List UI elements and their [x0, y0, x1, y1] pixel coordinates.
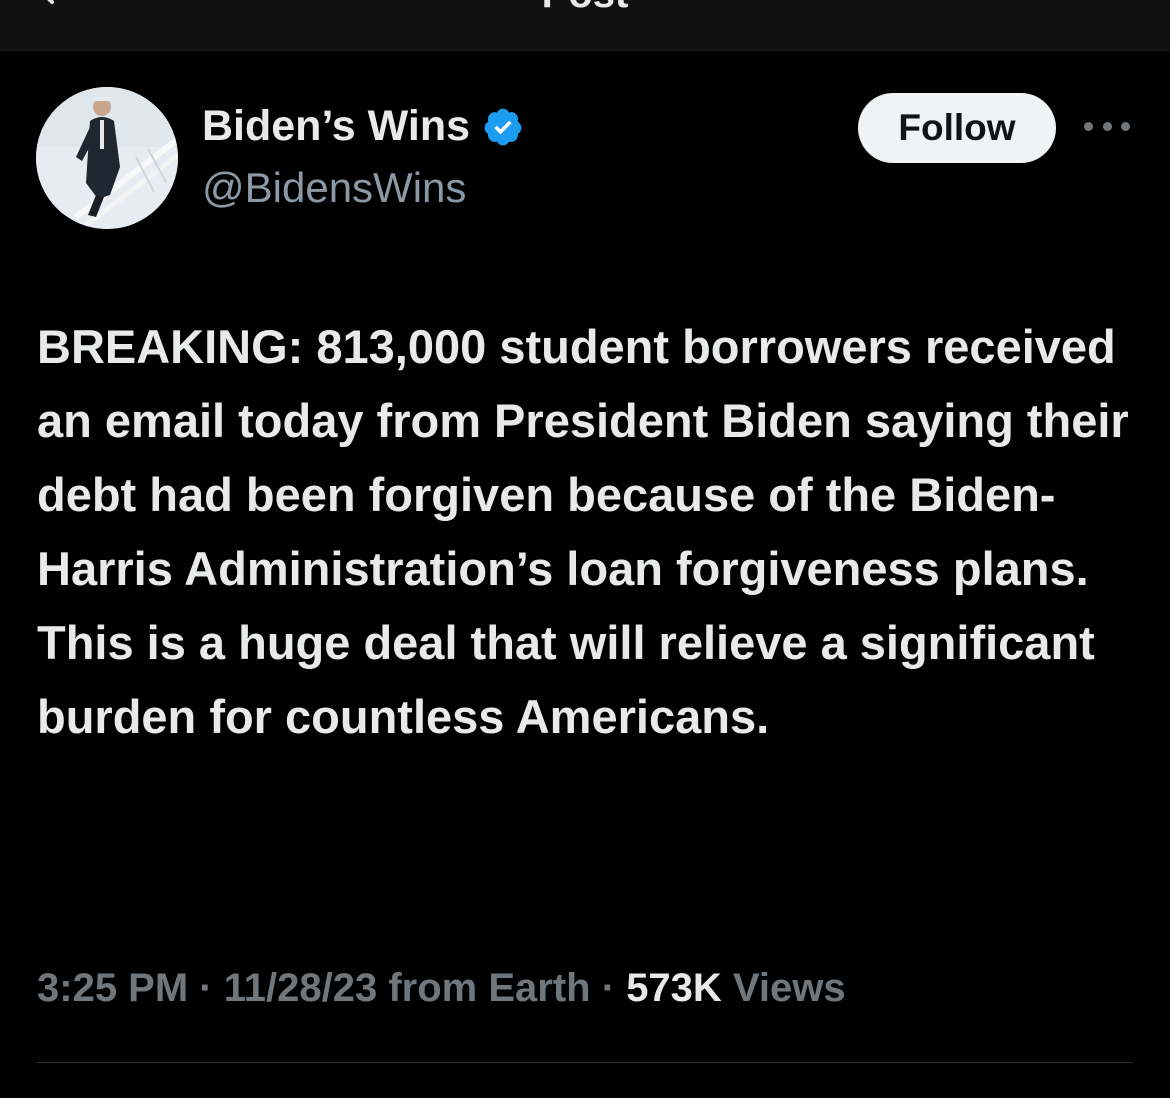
- meta-separator: ·: [199, 966, 213, 1010]
- user-handle[interactable]: @BidensWins: [202, 164, 466, 212]
- display-name[interactable]: Biden’s Wins: [202, 102, 524, 151]
- post-time[interactable]: 3:25 PM: [37, 966, 188, 1010]
- views-label: Views: [732, 966, 846, 1010]
- more-dot: [1084, 121, 1093, 131]
- divider: [37, 1062, 1133, 1063]
- top-navigation-bar: Post: [0, 0, 1170, 51]
- follow-button[interactable]: Follow: [858, 93, 1056, 163]
- meta-separator: ·: [601, 966, 616, 1010]
- more-dot: [1102, 121, 1112, 131]
- display-name-text[interactable]: Biden’s Wins: [202, 102, 470, 151]
- post-date[interactable]: 11/28/23 from Earth: [224, 966, 591, 1010]
- more-horizontal-icon[interactable]: [1084, 114, 1130, 138]
- verified-badge-icon[interactable]: [482, 106, 524, 148]
- page-title: Post: [0, 0, 1170, 17]
- post-text: BREAKING: 813,000 student borrowers rece…: [37, 320, 1129, 743]
- avatar[interactable]: [36, 87, 178, 229]
- post-meta: 3:25 PM · 11/28/23 from Earth · 573K Vie…: [37, 966, 846, 1011]
- more-dot: [1121, 121, 1130, 131]
- profile-photo-icon: [36, 87, 178, 229]
- views-count[interactable]: 573K: [626, 966, 722, 1010]
